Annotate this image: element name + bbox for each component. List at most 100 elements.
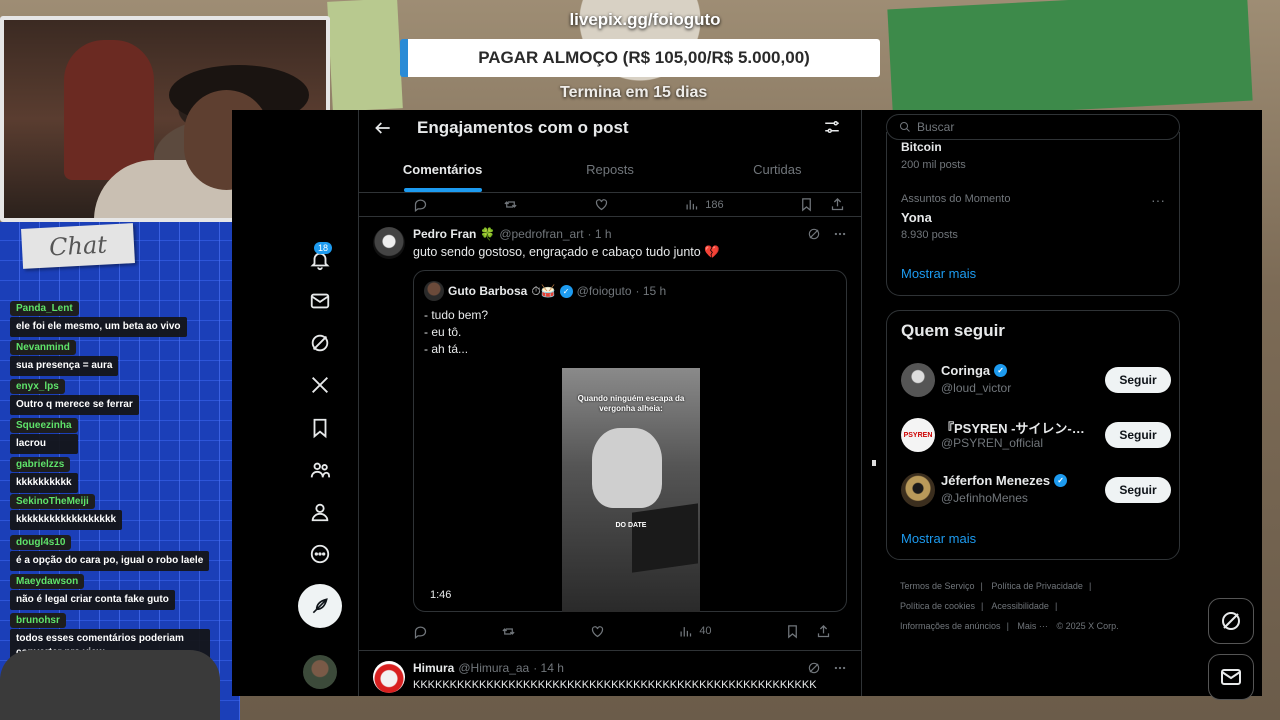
desk-item <box>327 0 403 112</box>
follow-button[interactable]: Seguir <box>1105 422 1171 448</box>
reply-button[interactable] <box>413 624 428 639</box>
tab-likes[interactable]: Curtidas <box>694 146 861 192</box>
communities-icon[interactable] <box>304 454 336 486</box>
suggestion-avatar[interactable] <box>901 473 935 507</box>
bookmark-icon[interactable] <box>785 624 800 639</box>
quoted-line: - tudo bem? <box>424 308 489 322</box>
chat-username: Panda_Lent <box>10 301 79 316</box>
search-icon <box>900 122 910 132</box>
account-avatar[interactable] <box>303 655 337 689</box>
grok-floating-button[interactable] <box>1208 598 1254 644</box>
tweet-author-handle[interactable]: @Himura_aa <box>458 661 529 675</box>
trends-show-more-link[interactable]: Mostrar mais <box>901 266 976 281</box>
tweet-avatar[interactable] <box>373 227 405 259</box>
footer-separator: | <box>1054 601 1058 611</box>
views-button[interactable]: 40 <box>678 624 712 639</box>
video-thumbnail[interactable]: Quando ninguém escapa da vergonha alheia… <box>562 368 700 612</box>
more-options-icon[interactable] <box>833 227 847 241</box>
bookmarks-icon[interactable] <box>304 412 336 444</box>
video-caption: Quando ninguém escapa da vergonha alheia… <box>577 394 685 413</box>
follow-suggestion[interactable]: Coringa ✓ @loud_victor Seguir <box>901 361 1171 401</box>
tweet-author-name[interactable]: Himura <box>413 661 454 675</box>
grok-icon[interactable] <box>807 227 821 241</box>
tweet-text: guto sendo gostoso, engraçado e cabaço t… <box>413 245 720 259</box>
tweet-text: KKKKKKKKKKKKKKKKKKKKKKKKKKKKKKKKKKKKKKKK… <box>413 679 817 691</box>
chat-text: Outro q merece se ferrar <box>10 395 139 415</box>
filter-settings-icon[interactable] <box>823 118 841 136</box>
video-duration: 1:46 <box>430 589 452 601</box>
tweet-author-handle[interactable]: @pedrofran_art <box>499 227 583 241</box>
suggestion-handle: @JefinhoMenes <box>941 491 1028 505</box>
repost-button[interactable] <box>501 624 516 639</box>
suggestion-name[interactable]: 『PSYREN -サイレン-… <box>941 418 1085 437</box>
footer-link-privacy[interactable]: Política de Privacidade <box>991 581 1083 591</box>
chat-username: brunohsr <box>10 613 66 628</box>
quoted-tweet[interactable]: Guto Barbosa ⏱🥁 ✓ @foioguto · 15 h - tud… <box>413 270 847 612</box>
profile-icon[interactable] <box>304 496 336 528</box>
views-button[interactable]: 186 <box>684 197 724 212</box>
messages-icon[interactable] <box>304 285 336 317</box>
desk-phone <box>0 650 220 720</box>
reply-tweet[interactable]: Pedro Fran 🍀 @pedrofran_art · 1 h guto s… <box>359 217 861 651</box>
suggestion-name[interactable]: Jéferfon Menezes <box>941 473 1050 488</box>
more-options-icon[interactable] <box>833 661 847 675</box>
tweet-time[interactable]: · 1 h <box>588 227 612 241</box>
tab-comments[interactable]: Comentários <box>359 146 526 192</box>
tweet-avatar[interactable] <box>373 661 405 693</box>
footer-link-accessibility[interactable]: Acessibilidade <box>991 601 1049 611</box>
follow-button[interactable]: Seguir <box>1105 367 1171 393</box>
chat-username: Nevanmind <box>10 340 76 355</box>
suggestion-avatar[interactable]: PSYREN <box>901 418 935 452</box>
trend-more-icon[interactable]: ··· <box>1151 192 1165 208</box>
x-premium-icon[interactable] <box>304 369 336 401</box>
footer-link-ads-info[interactable]: Informações de anúncios <box>900 621 1001 631</box>
trend-title[interactable]: Bitcoin <box>901 140 942 154</box>
trends-panel: Bitcoin 200 mil posts Assuntos do Moment… <box>886 132 1180 296</box>
like-button[interactable] <box>594 197 609 212</box>
bookmark-icon[interactable] <box>799 197 814 212</box>
share-icon[interactable] <box>830 197 845 212</box>
footer-link-terms[interactable]: Termos de Serviço <box>900 581 975 591</box>
search-input[interactable]: Buscar <box>886 114 1180 140</box>
share-icon[interactable] <box>816 624 831 639</box>
suggestion-name[interactable]: Coringa <box>941 363 990 378</box>
footer-link-cookies[interactable]: Política de cookies <box>900 601 975 611</box>
grok-icon[interactable] <box>807 661 821 675</box>
follow-suggestion[interactable]: PSYREN 『PSYREN -サイレン-… @PSYREN_official … <box>901 416 1171 456</box>
verified-badge-icon: ✓ <box>1054 474 1068 487</box>
chat-text: sua presença = aura <box>10 356 119 376</box>
tweet-author-name[interactable]: Pedro Fran <box>413 227 476 241</box>
chat-message: dougl4s10 é a opção do cara po, igual o … <box>10 532 210 571</box>
chat-text: ele foi ele mesmo, um beta ao vivo <box>10 317 187 337</box>
trend-title[interactable]: Yona <box>901 210 932 225</box>
tweet-time[interactable]: · 14 h <box>533 661 564 675</box>
grok-icon[interactable] <box>304 327 336 359</box>
mouse-cursor <box>872 460 876 466</box>
main-column: Engajamentos com o post Comentários Repo… <box>358 110 862 696</box>
compose-post-button[interactable] <box>298 584 342 628</box>
footer-copyright: © 2025 X Corp. <box>1056 621 1119 631</box>
back-arrow-icon[interactable] <box>373 118 393 138</box>
chat-message: Maeydawson não é legal criar conta fake … <box>10 571 175 610</box>
engagement-tabs: Comentários Reposts Curtidas <box>359 146 861 193</box>
reply-button[interactable] <box>413 197 428 212</box>
more-icon[interactable] <box>304 538 336 570</box>
x-app-window: 18 Engajamentos com o post Comentários R… <box>232 110 1262 696</box>
views-icon <box>686 200 698 210</box>
repost-icon <box>504 201 517 208</box>
reply-icon <box>414 199 427 212</box>
follow-suggestion[interactable]: Jéferfon Menezes ✓ @JefinhoMenes Seguir <box>901 471 1171 511</box>
who-to-follow-show-more-link[interactable]: Mostrar mais <box>901 531 976 546</box>
tab-reposts[interactable]: Reposts <box>526 146 693 192</box>
reply-tweet[interactable]: Himura @Himura_aa · 14 h KKKKKKKKKKKKKKK… <box>359 651 861 693</box>
suggestion-avatar[interactable] <box>901 363 935 397</box>
donation-remaining: Termina em 15 dias <box>560 84 708 101</box>
right-sidebar: Bitcoin 200 mil posts Assuntos do Moment… <box>886 110 1182 696</box>
main-header: Engajamentos com o post <box>359 110 861 146</box>
footer-link-more[interactable]: Mais ··· <box>1017 621 1048 631</box>
follow-button[interactable]: Seguir <box>1105 477 1171 503</box>
views-count: 40 <box>699 625 712 637</box>
like-button[interactable] <box>590 624 605 639</box>
messages-floating-button[interactable] <box>1208 654 1254 700</box>
repost-button[interactable] <box>503 197 518 212</box>
